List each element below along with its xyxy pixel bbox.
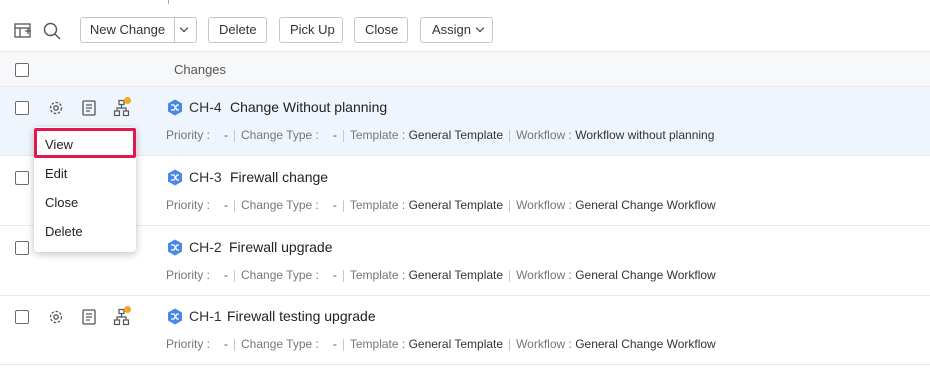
toolbar: New Change Delete Pick Up Close Assign xyxy=(0,17,930,45)
notes-icon[interactable] xyxy=(80,308,98,326)
meta-divider xyxy=(234,129,236,142)
workflow-value: General Change Workflow xyxy=(575,198,716,212)
delete-button[interactable]: Delete xyxy=(208,17,267,43)
new-change-dropdown[interactable] xyxy=(174,18,196,42)
template-value: General Template xyxy=(408,268,504,282)
workflow-label: Workflow : xyxy=(516,198,572,212)
change-hexagon-icon xyxy=(168,169,182,186)
change-type-value: - xyxy=(332,198,337,212)
meta-divider xyxy=(234,199,236,212)
change-hexagon-icon xyxy=(168,308,182,325)
table-row[interactable]: CH-3 Firewall change Priority : - Change T… xyxy=(0,157,930,226)
row-checkbox[interactable] xyxy=(15,310,29,324)
change-hexagon-icon xyxy=(168,99,182,116)
chevron-down-icon xyxy=(475,23,485,33)
search-icon[interactable] xyxy=(42,21,62,41)
change-meta: Priority : - Change Type : - Template : Gene… xyxy=(166,128,714,142)
meta-divider xyxy=(234,338,236,351)
close-button[interactable]: Close xyxy=(354,17,408,43)
meta-divider xyxy=(342,338,344,351)
change-type-label: Change Type : xyxy=(241,128,319,142)
meta-divider xyxy=(509,129,511,142)
meta-divider xyxy=(342,269,344,282)
priority-value: - xyxy=(224,268,229,282)
menu-item-close[interactable]: Close xyxy=(45,195,78,210)
template-value: General Template xyxy=(408,128,504,142)
template-label: Template : xyxy=(349,337,406,351)
workflow-value: Workflow without planning xyxy=(575,128,715,142)
table-settings-icon[interactable] xyxy=(13,21,33,41)
change-type-value: - xyxy=(332,268,337,282)
change-meta: Priority : - Change Type : - Template : Gene… xyxy=(166,337,716,351)
meta-divider xyxy=(342,129,344,142)
change-subject[interactable]: Firewall upgrade xyxy=(229,239,333,255)
workflow-badge xyxy=(124,97,131,104)
pick-up-button[interactable]: Pick Up xyxy=(279,17,343,43)
priority-label: Priority : xyxy=(166,128,211,142)
template-label: Template : xyxy=(349,198,406,212)
table-row[interactable]: CH-2 Firewall upgrade Priority : - Change … xyxy=(0,227,930,296)
template-label: Template : xyxy=(349,268,406,282)
notes-icon[interactable] xyxy=(80,99,98,117)
row-action-menu: View Edit Close Delete xyxy=(34,127,136,252)
table-row[interactable]: CH-4 Change Without planning Priority :-… xyxy=(0,87,930,156)
priority-value: - xyxy=(224,337,229,351)
row-checkbox[interactable] xyxy=(15,241,29,255)
clipped-separator xyxy=(168,0,169,4)
new-change-button[interactable]: New Change xyxy=(81,18,175,42)
clipped-top-strip xyxy=(0,0,930,4)
workflow-value: General Change Workflow xyxy=(575,268,716,282)
change-type-label: Change Type : xyxy=(241,198,319,212)
meta-divider xyxy=(509,199,511,212)
change-meta: Priority : - Change Type : - Template : Gene… xyxy=(166,198,716,212)
change-id[interactable]: CH-3 xyxy=(189,169,222,185)
assign-button[interactable]: Assign xyxy=(420,17,493,43)
meta-divider xyxy=(342,199,344,212)
menu-item-delete[interactable]: Delete xyxy=(45,224,83,239)
select-all-checkbox[interactable] xyxy=(15,63,29,77)
template-value: General Template xyxy=(408,198,504,212)
column-header-changes: Changes xyxy=(174,62,227,77)
priority-label: Priority : xyxy=(166,337,211,351)
change-meta: Priority : - Change Type : - Template : Gene… xyxy=(166,268,716,282)
change-type-value: - xyxy=(332,337,337,351)
priority-label: Priority : xyxy=(166,198,211,212)
gear-icon[interactable] xyxy=(47,308,65,326)
new-change-split-button: New Change xyxy=(80,17,197,43)
workflow-label: Workflow : xyxy=(516,337,572,351)
workflow-label: Workflow : xyxy=(516,128,572,142)
priority-value: - xyxy=(224,128,229,142)
meta-divider xyxy=(509,338,511,351)
change-subject[interactable]: Change Without planning xyxy=(230,99,387,115)
table-row[interactable]: CH-1 Firewall testing upgrade Priority :… xyxy=(0,296,930,365)
priority-value: - xyxy=(224,198,229,212)
workflow-label: Workflow : xyxy=(516,268,572,282)
change-id[interactable]: CH-1 xyxy=(189,308,222,324)
change-subject[interactable]: Firewall testing upgrade xyxy=(227,308,376,324)
template-value: General Template xyxy=(408,337,504,351)
change-type-value: - xyxy=(332,128,337,142)
change-id[interactable]: CH-2 xyxy=(189,239,222,255)
change-hexagon-icon xyxy=(168,239,182,256)
priority-label: Priority : xyxy=(166,268,211,282)
row-checkbox[interactable] xyxy=(15,171,29,185)
workflow-value: General Change Workflow xyxy=(575,337,716,351)
meta-divider xyxy=(234,269,236,282)
meta-divider xyxy=(509,269,511,282)
row-checkbox[interactable] xyxy=(15,101,29,115)
chevron-down-icon xyxy=(179,23,189,33)
menu-item-edit[interactable]: Edit xyxy=(45,166,67,181)
change-subject[interactable]: Firewall change xyxy=(230,169,328,185)
change-id[interactable]: CH-4 xyxy=(189,99,222,115)
template-label: Template : xyxy=(349,128,406,142)
menu-item-view[interactable]: View xyxy=(45,137,73,152)
assign-label: Assign xyxy=(432,22,472,37)
change-type-label: Change Type : xyxy=(241,337,319,351)
gear-icon[interactable] xyxy=(47,99,65,117)
change-type-label: Change Type : xyxy=(241,268,319,282)
table-header: Changes xyxy=(0,51,930,87)
workflow-badge xyxy=(124,306,131,313)
